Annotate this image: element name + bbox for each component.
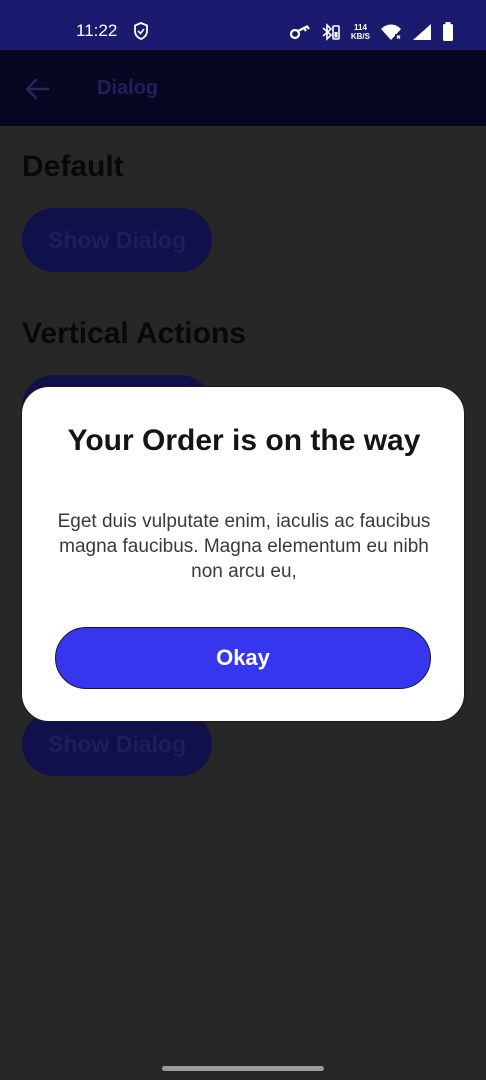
key-icon [289, 25, 310, 40]
top-app-bar: Dialog [0, 50, 486, 126]
vpn-shield-icon [134, 22, 148, 40]
network-speed-unit: KB/S [350, 32, 370, 41]
bluetooth-battery-icon [322, 23, 340, 41]
cellular-signal-icon [413, 24, 431, 40]
status-bar: 11:22 114 KB/S [0, 0, 486, 50]
status-icons: 114 KB/S [289, 18, 454, 46]
section-title-vertical-actions: Vertical Actions [22, 317, 246, 350]
wifi-icon [381, 24, 401, 40]
network-speed-value: 114 [353, 23, 367, 32]
battery-icon [443, 22, 453, 41]
show-dialog-button-default[interactable]: Show Dialog [22, 208, 212, 272]
order-dialog: Your Order is on the way Eget duis vulpu… [21, 386, 465, 722]
section-title-default: Default [22, 150, 124, 183]
page-title: Dialog [97, 77, 159, 99]
home-gesture-handle[interactable] [162, 1066, 324, 1071]
gesture-nav-area [0, 1058, 486, 1080]
status-time: 11:22 [76, 21, 118, 40]
network-speed: 114 KB/S [351, 23, 370, 41]
arrow-left-icon[interactable] [24, 76, 50, 102]
dialog-title: Your Order is on the way [67, 424, 421, 457]
okay-button[interactable]: Okay [55, 627, 431, 689]
dialog-body: Eget duis vulputate enim, iaculis ac fau… [57, 511, 431, 582]
